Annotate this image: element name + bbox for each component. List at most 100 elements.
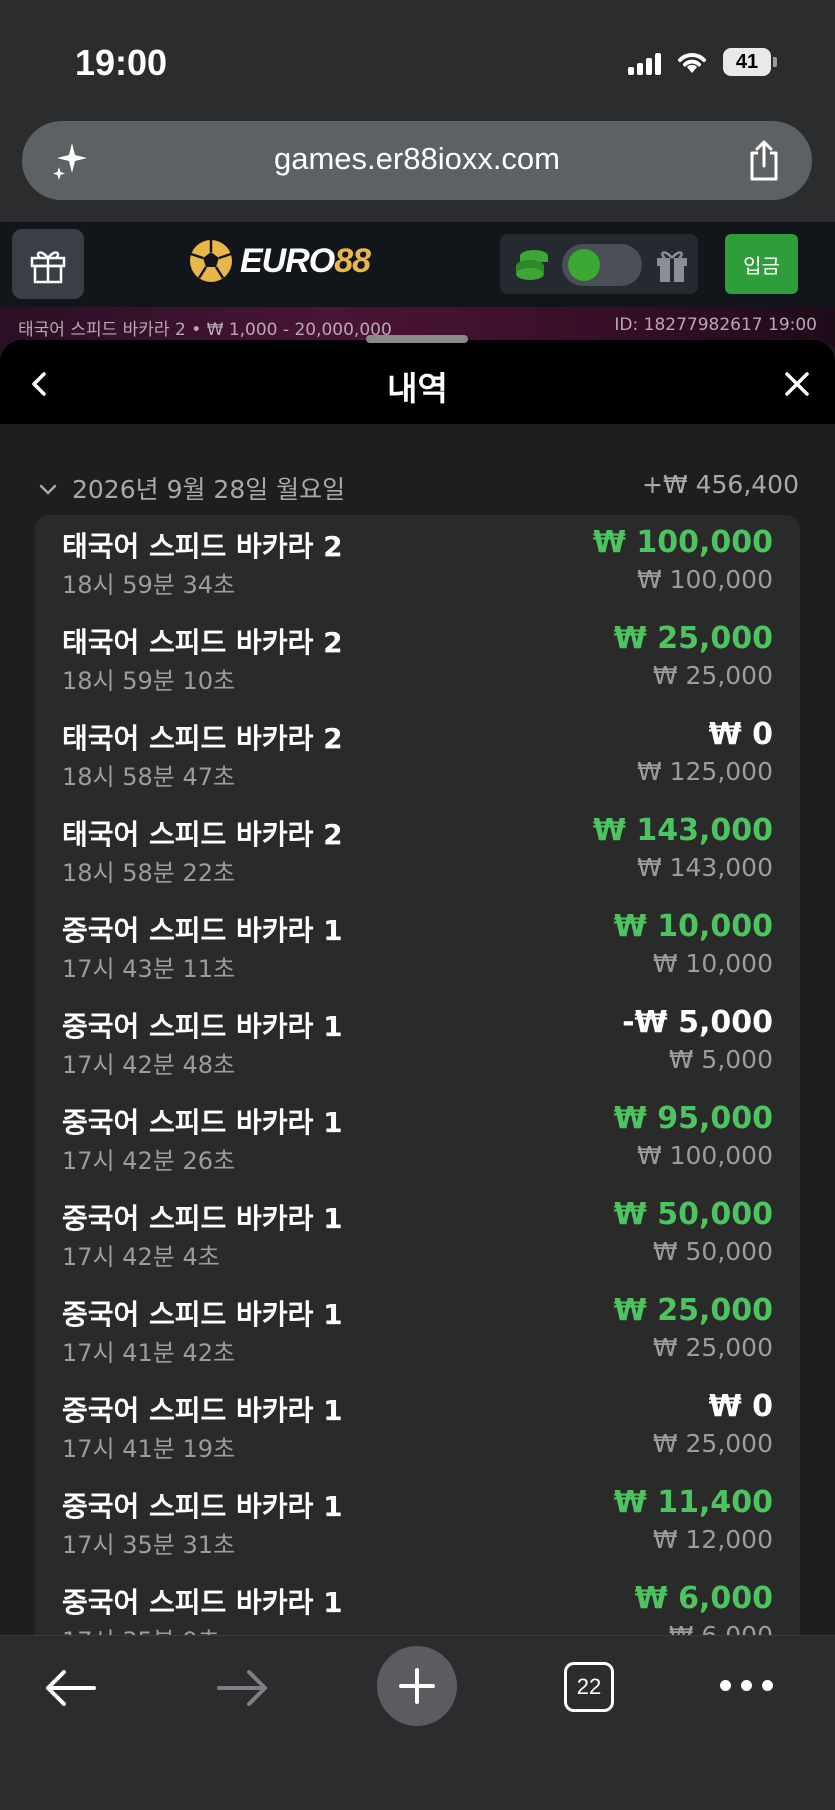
day-date: 2026년 9월 28일 월요일: [72, 475, 346, 504]
site-logo[interactable]: EURO88: [188, 238, 371, 284]
game-strip-title: 태국어 스피드 바카라 2 • ₩ 1,000 - 20,000,000: [18, 320, 392, 340]
row-bet: ₩ 143,000: [636, 853, 773, 882]
row-bet: ₩ 6,000: [669, 1621, 773, 1635]
chevron-down-icon[interactable]: [36, 478, 60, 502]
wifi-icon: [678, 53, 706, 73]
plus-icon: [399, 1668, 435, 1704]
row-game-title: 중국어 스피드 바카라 1: [62, 1394, 343, 1427]
history-row[interactable]: 중국어 스피드 바카라 1 17시 43분 11초 ₩ 10,000 ₩ 10,…: [35, 899, 800, 995]
promo-button[interactable]: [12, 229, 84, 299]
row-bet: ₩ 10,000: [652, 949, 773, 978]
status-icons: 41: [628, 48, 777, 76]
row-game-title: 중국어 스피드 바카라 1: [62, 1298, 343, 1331]
history-row[interactable]: 중국어 스피드 바카라 1 17시 35분 9초 ₩ 6,000 ₩ 6,000: [35, 1571, 800, 1635]
bonus-gift-icon[interactable]: [654, 248, 690, 284]
row-bet: ₩ 100,000: [636, 1141, 773, 1170]
row-amount: ₩ 50,000: [613, 1197, 773, 1232]
url-text[interactable]: games.er88ioxx.com: [22, 141, 812, 177]
history-row[interactable]: 태국어 스피드 바카라 2 18시 59분 34초 ₩ 100,000 ₩ 10…: [35, 515, 800, 611]
logo-text: EURO88: [240, 241, 371, 281]
site-header: EURO88 입금: [0, 222, 835, 308]
row-bet: ₩ 12,000: [652, 1525, 773, 1554]
row-time: 18시 59분 34초: [62, 571, 236, 599]
row-bet: ₩ 50,000: [652, 1237, 773, 1266]
history-row[interactable]: 중국어 스피드 바카라 1 17시 41분 42초 ₩ 25,000 ₩ 25,…: [35, 1283, 800, 1379]
row-game-title: 중국어 스피드 바카라 1: [62, 1202, 343, 1235]
sheet-title: 내역: [387, 369, 448, 408]
history-row[interactable]: 중국어 스피드 바카라 1 17시 42분 4초 ₩ 50,000 ₩ 50,0…: [35, 1187, 800, 1283]
history-row[interactable]: 태국어 스피드 바카라 2 18시 59분 10초 ₩ 25,000 ₩ 25,…: [35, 611, 800, 707]
day-total: +₩ 456,400: [642, 470, 799, 499]
row-game-title: 중국어 스피드 바카라 1: [62, 1586, 343, 1619]
row-time: 17시 43분 11초: [62, 955, 236, 983]
row-amount: ₩ 0: [708, 1389, 773, 1424]
url-bar[interactable]: games.er88ioxx.com: [22, 121, 812, 200]
share-icon[interactable]: [744, 139, 784, 183]
row-time: 17시 41분 42초: [62, 1339, 236, 1367]
row-game-title: 태국어 스피드 바카라 2: [62, 818, 343, 851]
history-row[interactable]: 태국어 스피드 바카라 2 18시 58분 47초 ₩ 0 ₩ 125,000: [35, 707, 800, 803]
row-amount: ₩ 11,400: [613, 1485, 773, 1520]
row-amount: ₩ 10,000: [613, 909, 773, 944]
coins-icon[interactable]: [512, 248, 552, 282]
browser-chrome-top: 19:00 41 games.er88ioxx.com: [0, 0, 835, 222]
arrow-left-icon[interactable]: [42, 1668, 98, 1708]
logo-suffix: 88: [334, 241, 371, 280]
arrow-right-icon[interactable]: [215, 1668, 271, 1708]
row-game-title: 태국어 스피드 바카라 2: [62, 722, 343, 755]
row-amount: ₩ 100,000: [592, 525, 773, 560]
row-game-title: 중국어 스피드 바카라 1: [62, 914, 343, 947]
balance-toggle[interactable]: [562, 244, 642, 286]
history-row[interactable]: 중국어 스피드 바카라 1 17시 42분 26초 ₩ 95,000 ₩ 100…: [35, 1091, 800, 1187]
row-bet: ₩ 25,000: [652, 1429, 773, 1458]
sheet-drag-handle[interactable]: [366, 335, 468, 343]
row-amount: ₩ 25,000: [613, 1293, 773, 1328]
balance-controls: [500, 234, 698, 294]
more-icon[interactable]: [720, 1680, 773, 1691]
signal-icon: [628, 49, 661, 75]
history-list: 태국어 스피드 바카라 2 18시 59분 34초 ₩ 100,000 ₩ 10…: [35, 515, 800, 1635]
row-game-title: 중국어 스피드 바카라 1: [62, 1010, 343, 1043]
row-time: 17시 35분 31초: [62, 1531, 236, 1559]
row-bet: ₩ 5,000: [668, 1045, 773, 1074]
soccer-ball-icon: [190, 240, 232, 282]
row-game-title: 중국어 스피드 바카라 1: [62, 1106, 343, 1139]
row-bet: ₩ 100,000: [636, 565, 773, 594]
row-time: 18시 58분 47초: [62, 763, 236, 791]
row-game-title: 태국어 스피드 바카라 2: [62, 626, 343, 659]
row-amount: ₩ 95,000: [613, 1101, 773, 1136]
gift-icon: [30, 251, 66, 284]
row-amount: ₩ 0: [708, 717, 773, 752]
day-group-header[interactable]: 2026년 9월 28일 월요일 +₩ 456,400: [36, 470, 799, 510]
battery-tip: [773, 57, 777, 67]
history-row[interactable]: 중국어 스피드 바카라 1 17시 41분 19초 ₩ 0 ₩ 25,000: [35, 1379, 800, 1475]
toggle-knob: [568, 249, 600, 281]
row-time: 18시 59분 10초: [62, 667, 236, 695]
sheet-header: 내역: [0, 340, 835, 424]
browser-toolbar: 22: [0, 1635, 835, 1810]
row-time: 17시 35분 9초: [62, 1621, 220, 1635]
row-time: 17시 41분 19초: [62, 1435, 236, 1463]
row-time: 18시 58분 22초: [62, 859, 236, 887]
row-time: 17시 42분 26초: [62, 1147, 236, 1175]
row-bet: ₩ 25,000: [652, 661, 773, 690]
status-time: 19:00: [75, 42, 168, 83]
game-strip-id: ID: 18277982617 19:00: [614, 315, 817, 335]
row-time: 17시 42분 4초: [62, 1243, 220, 1271]
history-row[interactable]: 중국어 스피드 바카라 1 17시 42분 48초 -₩ 5,000 ₩ 5,0…: [35, 995, 800, 1091]
row-amount: ₩ 6,000: [634, 1581, 773, 1616]
row-amount: ₩ 25,000: [613, 621, 773, 656]
logo-prefix: EURO: [240, 241, 335, 280]
close-icon[interactable]: [777, 364, 817, 404]
history-row[interactable]: 태국어 스피드 바카라 2 18시 58분 22초 ₩ 143,000 ₩ 14…: [35, 803, 800, 899]
row-game-title: 태국어 스피드 바카라 2: [62, 530, 343, 563]
history-row[interactable]: 중국어 스피드 바카라 1 17시 35분 31초 ₩ 11,400 ₩ 12,…: [35, 1475, 800, 1571]
deposit-button[interactable]: 입금: [725, 234, 798, 294]
new-tab-button[interactable]: [377, 1646, 457, 1726]
row-amount: -₩ 5,000: [622, 1005, 773, 1040]
battery-icon: 41: [723, 48, 771, 76]
row-time: 17시 42분 48초: [62, 1051, 236, 1079]
tab-switcher-button[interactable]: 22: [564, 1662, 614, 1712]
row-bet: ₩ 25,000: [652, 1333, 773, 1362]
row-bet: ₩ 125,000: [636, 757, 773, 786]
